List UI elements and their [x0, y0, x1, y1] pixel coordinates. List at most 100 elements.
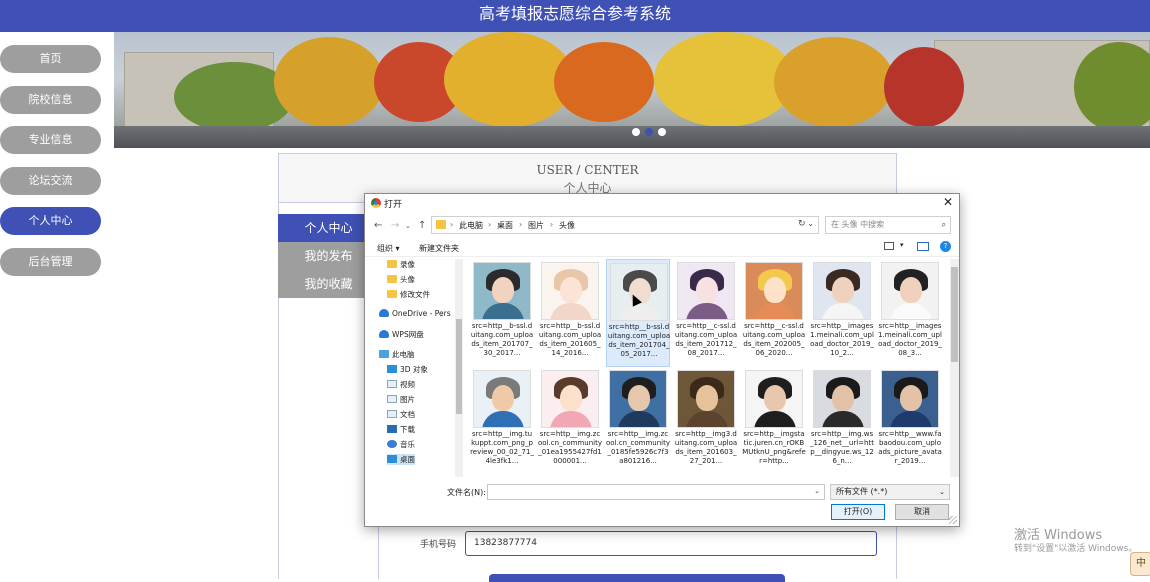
forward-arrow-icon[interactable]: → [391, 220, 399, 231]
file-item[interactable]: src=http__images1.meinali.com_upload_doc… [810, 259, 874, 367]
avatar-thumbnail [677, 370, 735, 428]
nav-tree-item[interactable]: 此电脑 [379, 349, 415, 360]
file-name: src=http__img.zcool.cn_community_0185fe5… [606, 430, 670, 465]
nav-tree-item[interactable]: 视频 [387, 379, 415, 390]
submit-button[interactable] [489, 574, 785, 582]
music-icon [387, 440, 397, 448]
avatar-thumbnail [609, 370, 667, 428]
ime-indicator-icon[interactable]: 中 [1130, 552, 1150, 576]
breadcrumb-item[interactable]: 头像 [559, 220, 575, 231]
file-item[interactable]: src=http__img3.duitang.com_uploads_item_… [674, 367, 738, 475]
file-name: src=http__img3.duitang.com_uploads_item_… [674, 430, 738, 465]
avatar-face [900, 385, 922, 411]
file-item[interactable]: src=http__img.tukuppt.com_png_preview_00… [470, 367, 534, 475]
file-item[interactable]: src=http__c-ssl.duitang.com_uploads_item… [742, 259, 806, 367]
file-name: src=http__c-ssl.duitang.com_uploads_item… [742, 322, 806, 357]
address-bar[interactable]: › 此电脑 › 桌面 › 图片 › 头像 ⌄ [431, 216, 819, 234]
preview-pane-icon[interactable] [917, 242, 929, 251]
file-item[interactable]: src=http__img.zcool.cn_community_01ea195… [538, 367, 602, 475]
breadcrumb-item[interactable]: 桌面 [497, 220, 513, 231]
file-name: src=http__b-ssl.duitang.com_uploads_item… [607, 323, 671, 358]
file-item[interactable]: src=http__img.zcool.cn_community_0185fe5… [606, 367, 670, 475]
sidebar-item[interactable]: 专业信息 [0, 126, 101, 154]
back-arrow-icon[interactable]: ← [374, 220, 382, 231]
nav-tree-item[interactable]: 下载 [387, 424, 415, 435]
nav-tree-item[interactable]: 修改文件 [387, 289, 430, 300]
refresh-icon[interactable]: ↻ [798, 219, 806, 229]
search-input[interactable]: 在 头像 中搜索 ⌕ [825, 216, 951, 234]
avatar-face [560, 277, 582, 303]
up-arrow-icon[interactable]: ↑ [418, 220, 426, 231]
sidebar-item[interactable]: 个人中心 [0, 207, 101, 235]
avatar-body [618, 411, 660, 427]
avatar-body [754, 411, 796, 427]
phone-input[interactable]: 13823877774 [465, 531, 877, 556]
nav-tree-item[interactable]: 录像 [387, 259, 415, 270]
avatar-body [822, 303, 864, 319]
file-item[interactable]: src=http__www.fabaodou.com_uploads_pictu… [878, 367, 942, 475]
nav-tree-label: 此电脑 [392, 350, 415, 359]
dialog-title: 打开 [384, 200, 403, 210]
nav-tree-label: WPS网盘 [392, 330, 424, 339]
file-name: src=http__b-ssl.duitang.com_uploads_item… [538, 322, 602, 357]
carousel-dots [632, 128, 666, 136]
new-folder-button[interactable]: 新建文件夹 [419, 243, 459, 254]
file-item[interactable]: src=http__b-ssl.duitang.com_uploads_item… [538, 259, 602, 367]
help-icon[interactable]: ? [940, 241, 951, 252]
nav-tree-item[interactable]: 桌面 [387, 454, 415, 465]
carousel-dot[interactable] [632, 128, 640, 136]
file-name: src=http__c-ssl.duitang.com_uploads_item… [674, 322, 738, 357]
nav-tree-item[interactable]: 图片 [387, 394, 415, 405]
chevron-down-icon[interactable]: ⌄ [807, 219, 814, 228]
nav-tree-item[interactable]: OneDrive - Pers [379, 309, 451, 318]
nav-tree-label: 修改文件 [400, 290, 430, 299]
sidebar-item[interactable]: 论坛交流 [0, 166, 101, 195]
open-button[interactable]: 打开(O) [831, 504, 885, 520]
file-list-scrollbar[interactable] [950, 259, 959, 477]
nav-tree-item[interactable]: 音乐 [387, 439, 415, 450]
filename-label: 文件名(N): [447, 488, 486, 497]
folder-icon [387, 260, 397, 268]
nav-tree-label: 录像 [400, 260, 415, 269]
file-name: src=http__b-ssl.duitang.com_uploads_item… [470, 322, 534, 357]
filetype-select[interactable]: 所有文件 (*.*) ⌄ [830, 484, 950, 500]
breadcrumb-item[interactable]: 此电脑 [459, 220, 483, 231]
avatar-thumbnail [473, 370, 531, 428]
breadcrumb-item[interactable]: 图片 [528, 220, 544, 231]
file-item[interactable]: src=http__imgstatic.juren.cn_rOKBMUtknU_… [742, 367, 806, 475]
sidebar-item[interactable]: 首页 [0, 45, 101, 73]
sidebar-item[interactable]: 后台管理 [0, 247, 101, 276]
chevron-down-icon[interactable]: ⌄ [814, 487, 820, 495]
dialog-titlebar: 打开 ✕ [365, 194, 959, 212]
search-placeholder: 在 头像 中搜索 [831, 220, 885, 229]
avatar-thumbnail [473, 262, 531, 320]
file-item[interactable]: src=http__c-ssl.duitang.com_uploads_item… [674, 259, 738, 367]
sidebar-item[interactable]: 院校信息 [0, 85, 101, 114]
file-name: src=http__www.fabaodou.com_uploads_pictu… [878, 430, 942, 465]
nav-tree-label: 头像 [400, 275, 415, 284]
organize-button[interactable]: 组织 ▾ [377, 243, 400, 254]
chevron-down-icon[interactable]: ▾ [900, 241, 904, 249]
close-icon[interactable]: ✕ [943, 195, 953, 209]
avatar-body [822, 411, 864, 427]
navigation-scrollbar[interactable] [455, 259, 463, 477]
resize-grip[interactable] [949, 516, 957, 524]
carousel-dot[interactable] [658, 128, 666, 136]
file-item[interactable]: src=http__b-ssl.duitang.com_uploads_item… [606, 259, 670, 367]
view-options-icon[interactable] [884, 242, 894, 250]
recent-dropdown-icon[interactable]: ⌄ [405, 222, 411, 230]
carousel-dot[interactable] [645, 128, 653, 136]
avatar-thumbnail [541, 262, 599, 320]
tree [274, 37, 384, 127]
filename-input[interactable]: ⌄ [487, 484, 825, 500]
file-item[interactable]: src=http__img.ws_126_net__url=http__ding… [810, 367, 874, 475]
nav-tree-item[interactable]: 文档 [387, 409, 415, 420]
file-name: src=http__img.zcool.cn_community_01ea195… [538, 430, 602, 465]
cancel-button[interactable]: 取消 [895, 504, 949, 520]
file-item[interactable]: src=http__images1.meinali.com_upload_doc… [878, 259, 942, 367]
nav-tree-item[interactable]: 头像 [387, 274, 415, 285]
nav-tree-item[interactable]: 3D 对象 [387, 364, 428, 375]
nav-tree-item[interactable]: WPS网盘 [379, 329, 424, 340]
file-item[interactable]: src=http__b-ssl.duitang.com_uploads_item… [470, 259, 534, 367]
pc-icon [379, 350, 389, 358]
